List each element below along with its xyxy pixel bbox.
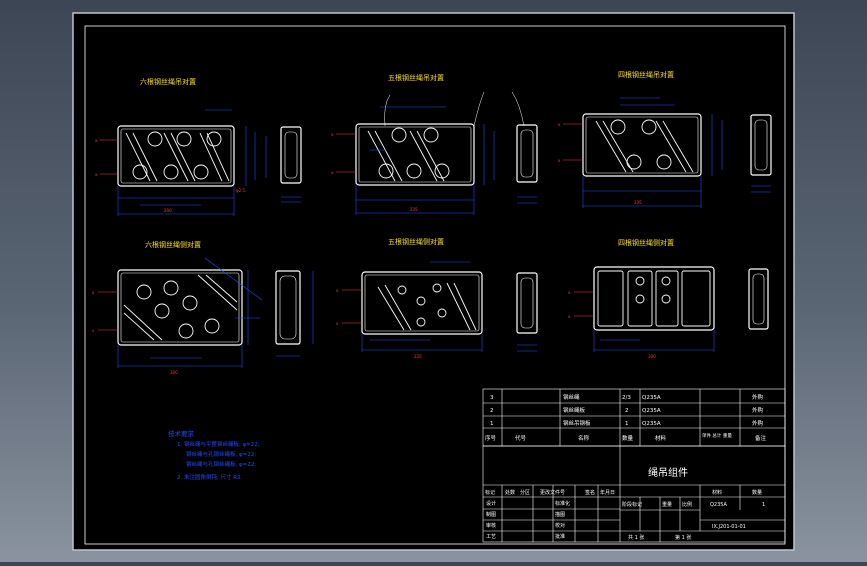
role-process: 工艺: [486, 534, 496, 540]
quantity-label: 数量: [752, 489, 762, 496]
svg-text:235: 235: [634, 200, 642, 205]
role-standard: 标准化: [555, 500, 570, 507]
bom-header-no: 序号: [485, 434, 497, 442]
rev-header-4: 更改文件号: [540, 489, 565, 496]
view-4-title: 六根钢丝绳侧对置: [145, 240, 201, 249]
svg-text:235: 235: [414, 354, 422, 359]
bom-row-2-name: 钢丝绳板: [563, 406, 586, 414]
bom-row-1-no: 3: [490, 395, 494, 401]
view-5-title: 五根钢丝绳侧对置: [388, 237, 444, 246]
notes-line-2: 钢丝绳与孔钢丝绳板, φ=22;: [186, 450, 256, 458]
bom-row-2-note: 外购: [752, 406, 764, 414]
bom-header-qty: 数量: [622, 434, 634, 442]
bom-header-name: 名称: [578, 434, 590, 442]
sheet-count: 共 1 张: [628, 534, 644, 541]
sheet-number: 第 1 张: [675, 534, 691, 541]
bom-header-weight: 单件 总计 重量: [702, 432, 732, 439]
view-6-title: 四根钢丝绳侧对置: [618, 238, 674, 247]
rev-header-5: 签名: [585, 489, 595, 496]
view-2-title: 五根钢丝绳吊对置: [388, 73, 444, 82]
bom-row-3-no: 1: [490, 421, 494, 427]
bom-row-1-qty: 2/3: [622, 395, 631, 401]
material-label: 材料: [712, 489, 722, 496]
role-check: 校对: [555, 522, 565, 529]
rev-header-2: 处数: [505, 489, 515, 496]
material-value: Q235A: [710, 502, 727, 508]
notes-line-4: 2. 未注圆角倒钝, 尺寸 R2.: [177, 473, 243, 481]
rev-header-6: 年月日: [600, 489, 615, 496]
stage-header-2: 重量: [662, 501, 672, 508]
bom-row-1-material: Q235A: [642, 395, 661, 401]
bom-row-1-note: 外购: [752, 393, 764, 401]
bom-row-1-name: 钢丝绳: [563, 393, 580, 401]
view-1-title: 六根钢丝绳吊对置: [140, 77, 196, 86]
role-trace: 描图: [555, 511, 565, 518]
bom-row-3-note: 外购: [752, 419, 764, 427]
bom-header-note: 备注: [755, 434, 767, 442]
svg-text:300: 300: [648, 354, 656, 359]
svg-text:235: 235: [410, 207, 418, 212]
notes-line-1: 1. 钢丝绳与平整钢丝绳板, φ=22;: [177, 440, 260, 448]
rev-header-3: 分区: [520, 489, 530, 496]
bom-row-2-no: 2: [490, 408, 494, 414]
bom-header-material: 材料: [655, 434, 667, 442]
stage-header-3: 比例: [682, 501, 692, 508]
notes-heading: 技术要求: [168, 429, 195, 438]
drawing-code: IX.J201-01-01: [712, 524, 746, 530]
svg-text:300: 300: [170, 370, 178, 375]
view-3-title: 四根钢丝绳吊对置: [618, 70, 674, 79]
svg-text:200: 200: [164, 208, 172, 213]
rev-header-1: 标记: [485, 489, 495, 496]
svg-text:φ2.5: φ2.5: [236, 188, 245, 193]
bom-row-3-material: Q235A: [642, 421, 661, 427]
role-review: 审核: [486, 522, 496, 529]
drawing-title: 绳吊组件: [648, 466, 688, 479]
role-draw: 制图: [486, 511, 496, 518]
drawing-canvas: 六根钢丝绳吊对置 xx200φ2.5 五根钢丝绳吊对置 xx235 四根钢丝绳吊…: [72, 12, 795, 551]
bom-row-3-name: 钢丝吊钢板: [563, 419, 591, 427]
role-design: 设计: [486, 500, 496, 507]
bom-row-2-material: Q235A: [642, 408, 661, 414]
bom-header-code: 代号: [515, 434, 527, 442]
bom-row-2-qty: 2: [625, 408, 629, 414]
stage-header-1: 阶段标记: [622, 501, 642, 508]
notes-line-3: 钢丝绳与孔钢丝绳板, φ=22;: [186, 460, 256, 468]
quantity-value: 1: [762, 502, 765, 508]
bom-row-3-qty: 1: [625, 421, 629, 427]
role-approve: 批准: [555, 533, 565, 540]
cad-viewport: 六根钢丝绳吊对置 x x 200 φ2.5 五根钢丝绳吊对置 x x 235 四…: [0, 0, 867, 562]
